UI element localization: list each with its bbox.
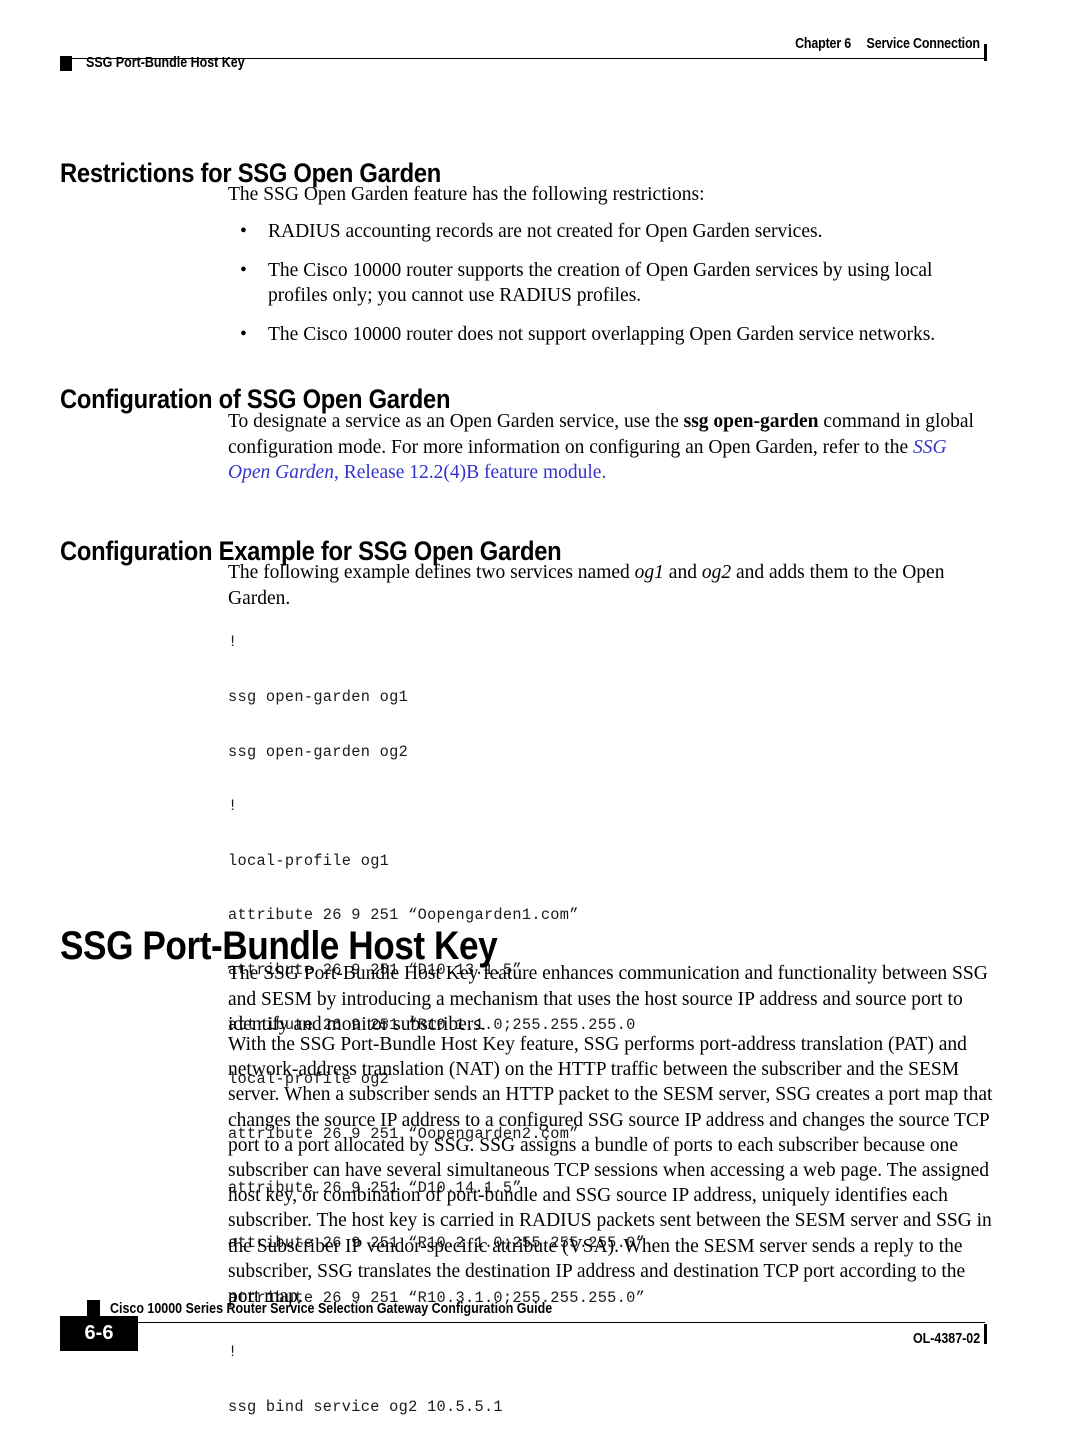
- list-item: • The Cisco 10000 router does not suppor…: [228, 322, 993, 348]
- list-item: • RADIUS accounting records are not crea…: [228, 219, 993, 245]
- code-line: !: [228, 797, 238, 816]
- configuration-paragraph: To designate a service as an Open Garden…: [228, 409, 993, 486]
- header-chapter-label: Chapter 6: [795, 36, 852, 52]
- square-bullet-icon: [87, 1300, 100, 1316]
- header-chapter-title: Service Connection: [866, 36, 981, 52]
- page-footer: Cisco 10000 Series Router Service Select…: [0, 1300, 1080, 1390]
- config-command-name: ssg open-garden: [683, 411, 819, 432]
- restrictions-intro: The SSG Open Garden feature has the foll…: [228, 184, 705, 205]
- list-item-text: The Cisco 10000 router supports the crea…: [268, 259, 933, 307]
- list-item: • The Cisco 10000 router supports the cr…: [228, 258, 993, 309]
- bullet-dot-icon: •: [240, 221, 247, 242]
- config-para-part1: To designate a service as an Open Garden…: [228, 411, 684, 432]
- host-key-paragraph-2: With the SSG Port-Bundle Host Key featur…: [228, 1034, 993, 1308]
- header-end-bar: [984, 44, 987, 61]
- example-intro-part1: The following example defines two servic…: [228, 562, 635, 583]
- code-line: local-profile og1: [228, 851, 390, 870]
- code-line: ssg bind service og2 10.5.5.1: [228, 1397, 503, 1416]
- code-line: attribute 26 9 251 “Oopengarden1.com”: [228, 906, 579, 925]
- header-chapter-info: Chapter 6 Service Connection: [795, 36, 980, 52]
- example-intro-part2: and: [663, 562, 702, 583]
- running-header: Chapter 6 Service Connection SSG Port-Bun…: [0, 0, 1080, 90]
- header-running-head-label: SSG Port-Bundle Host Key: [86, 55, 245, 71]
- feature-module-link-rest: , Release 12.2(4)B feature module.: [333, 462, 607, 484]
- bullet-dot-icon: •: [240, 323, 247, 345]
- code-line: !: [228, 633, 238, 652]
- footer-page-number: 6-6: [60, 1316, 138, 1351]
- footer-rule: [60, 1322, 985, 1323]
- bullet-dot-icon: •: [240, 259, 247, 281]
- code-line: ssg open-garden og2: [228, 742, 409, 761]
- header-running-head: SSG Port-Bundle Host Key: [60, 55, 271, 71]
- list-item-text: The Cisco 10000 router does not support …: [268, 323, 936, 345]
- footer-guide-title: Cisco 10000 Series Router Service Select…: [110, 1301, 553, 1317]
- footer-document-number: OL-4387-02: [912, 1331, 980, 1347]
- code-line: ssg open-garden og1: [228, 688, 409, 706]
- footer-end-bar: [984, 1324, 987, 1344]
- list-item-text: RADIUS accounting records are not create…: [268, 221, 823, 242]
- restrictions-bullet-list: • RADIUS accounting records are not crea…: [228, 219, 993, 360]
- service-name-og2: og2: [701, 562, 732, 583]
- service-name-og1: og1: [634, 562, 664, 583]
- square-bullet-icon: [60, 55, 72, 71]
- host-key-paragraph-1: The SSG Port-Bundle Host Key feature enh…: [228, 963, 988, 1036]
- document-page: Chapter 6 Service Connection SSG Port-Bun…: [0, 0, 1080, 1416]
